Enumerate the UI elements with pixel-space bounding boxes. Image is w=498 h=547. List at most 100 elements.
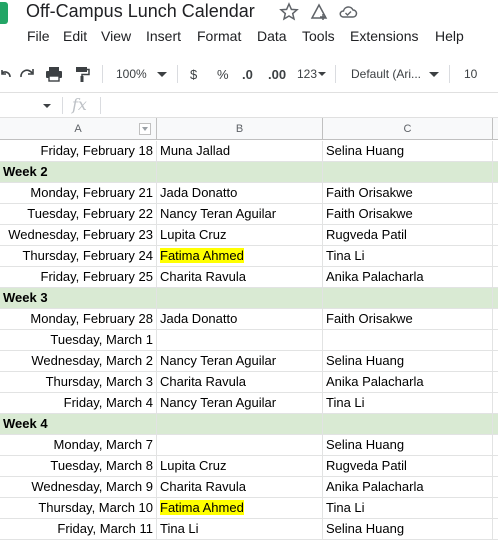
cell-c[interactable]: [323, 414, 493, 434]
cell-d[interactable]: [493, 162, 498, 182]
menu-extensions[interactable]: Extensions: [350, 28, 418, 44]
cell-c[interactable]: [323, 162, 493, 182]
filter-icon[interactable]: [139, 123, 151, 135]
cell-d[interactable]: [493, 309, 498, 329]
cell-d[interactable]: [493, 225, 498, 245]
cell-d[interactable]: [493, 141, 498, 161]
column-header-d[interactable]: [493, 118, 498, 140]
cell-b[interactable]: Lupita Cruz: [157, 456, 323, 476]
formula-input[interactable]: [104, 95, 498, 115]
cell-b[interactable]: [157, 414, 323, 434]
cell-a[interactable]: Thursday, March 10: [0, 498, 157, 518]
cell-b[interactable]: Lupita Cruz: [157, 225, 323, 245]
menu-format[interactable]: Format: [197, 28, 241, 44]
menu-help[interactable]: Help: [435, 28, 464, 44]
cell-b[interactable]: Charita Ravula: [157, 267, 323, 287]
cell-b[interactable]: Nancy Teran Aguilar: [157, 393, 323, 413]
cell-d[interactable]: [493, 414, 498, 434]
cell-a[interactable]: Wednesday, March 2: [0, 351, 157, 371]
cell-d[interactable]: [493, 498, 498, 518]
cell-c[interactable]: Rugveda Patil: [323, 225, 493, 245]
cell-a[interactable]: Thursday, March 3: [0, 372, 157, 392]
cell-c[interactable]: Tina Li: [323, 393, 493, 413]
document-title[interactable]: Off-Campus Lunch Calendar: [26, 1, 255, 22]
cell-a[interactable]: Friday, February 18: [0, 141, 157, 161]
decrease-decimal-button[interactable]: .0: [242, 58, 253, 90]
cell-b[interactable]: Nancy Teran Aguilar: [157, 204, 323, 224]
redo-button[interactable]: [18, 58, 36, 90]
column-header-c[interactable]: C: [323, 118, 493, 140]
paint-format-button[interactable]: [74, 58, 90, 90]
cell-a[interactable]: Monday, February 21: [0, 183, 157, 203]
cell-a[interactable]: Monday, February 28: [0, 309, 157, 329]
font-family-select[interactable]: Default (Ari...: [351, 58, 441, 90]
cell-d[interactable]: [493, 246, 498, 266]
cell-d[interactable]: [493, 288, 498, 308]
cell-d[interactable]: [493, 477, 498, 497]
cell-d[interactable]: [493, 330, 498, 350]
cell-a[interactable]: Week 2: [0, 162, 157, 182]
cell-c[interactable]: Anika Palacharla: [323, 267, 493, 287]
cell-b[interactable]: Fatima Ahmed: [157, 246, 323, 266]
cell-d[interactable]: [493, 204, 498, 224]
menu-tools[interactable]: Tools: [302, 28, 335, 44]
cell-b[interactable]: Jada Donatto: [157, 309, 323, 329]
cell-a[interactable]: Wednesday, February 23: [0, 225, 157, 245]
cell-d[interactable]: [493, 393, 498, 413]
menu-data[interactable]: Data: [257, 28, 287, 44]
cell-d[interactable]: [493, 435, 498, 455]
cell-a[interactable]: Tuesday, March 8: [0, 456, 157, 476]
cell-d[interactable]: [493, 183, 498, 203]
cell-c[interactable]: Selina Huang: [323, 351, 493, 371]
move-to-folder-icon[interactable]: [309, 2, 329, 22]
percent-format-button[interactable]: %: [217, 58, 229, 90]
cell-b[interactable]: [157, 330, 323, 350]
cell-c[interactable]: Selina Huang: [323, 435, 493, 455]
cell-a[interactable]: Friday, February 25: [0, 267, 157, 287]
cell-c[interactable]: Tina Li: [323, 246, 493, 266]
cell-d[interactable]: [493, 267, 498, 287]
sheets-logo-icon[interactable]: [0, 2, 8, 24]
cell-a[interactable]: Monday, March 7: [0, 435, 157, 455]
cell-c[interactable]: Anika Palacharla: [323, 372, 493, 392]
currency-format-button[interactable]: $: [190, 58, 197, 90]
cell-a[interactable]: Wednesday, March 9: [0, 477, 157, 497]
cell-d[interactable]: [493, 372, 498, 392]
cloud-saved-icon[interactable]: [338, 2, 358, 22]
cell-c[interactable]: [323, 288, 493, 308]
cell-c[interactable]: Selina Huang: [323, 141, 493, 161]
cell-b[interactable]: Charita Ravula: [157, 372, 323, 392]
cell-a[interactable]: Tuesday, February 22: [0, 204, 157, 224]
cell-c[interactable]: Faith Orisakwe: [323, 204, 493, 224]
name-box[interactable]: [0, 93, 56, 117]
cell-b[interactable]: [157, 162, 323, 182]
cell-b[interactable]: Nancy Teran Aguilar: [157, 351, 323, 371]
cell-c[interactable]: Faith Orisakwe: [323, 183, 493, 203]
cell-a[interactable]: Thursday, February 24: [0, 246, 157, 266]
menu-view[interactable]: View: [101, 28, 131, 44]
cell-c[interactable]: Rugveda Patil: [323, 456, 493, 476]
cell-c[interactable]: Anika Palacharla: [323, 477, 493, 497]
column-header-a[interactable]: A: [0, 118, 157, 140]
cell-b[interactable]: Fatima Ahmed: [157, 498, 323, 518]
cell-b[interactable]: Jada Donatto: [157, 183, 323, 203]
cell-c[interactable]: [323, 330, 493, 350]
menu-insert[interactable]: Insert: [146, 28, 181, 44]
menu-edit[interactable]: Edit: [63, 28, 87, 44]
cell-c[interactable]: Faith Orisakwe: [323, 309, 493, 329]
cell-b[interactable]: Tina Li: [157, 519, 323, 539]
cell-d[interactable]: [493, 519, 498, 539]
column-header-b[interactable]: B: [157, 118, 323, 140]
cell-b[interactable]: Charita Ravula: [157, 477, 323, 497]
print-button[interactable]: [45, 58, 63, 90]
star-icon[interactable]: [279, 2, 299, 22]
undo-button[interactable]: [0, 58, 12, 90]
font-size-select[interactable]: 10: [464, 58, 477, 90]
cell-c[interactable]: Selina Huang: [323, 519, 493, 539]
zoom-select[interactable]: 100%: [116, 58, 169, 90]
cell-b[interactable]: [157, 288, 323, 308]
cell-d[interactable]: [493, 456, 498, 476]
cell-c[interactable]: Tina Li: [323, 498, 493, 518]
cell-b[interactable]: [157, 435, 323, 455]
cell-a[interactable]: Week 3: [0, 288, 157, 308]
